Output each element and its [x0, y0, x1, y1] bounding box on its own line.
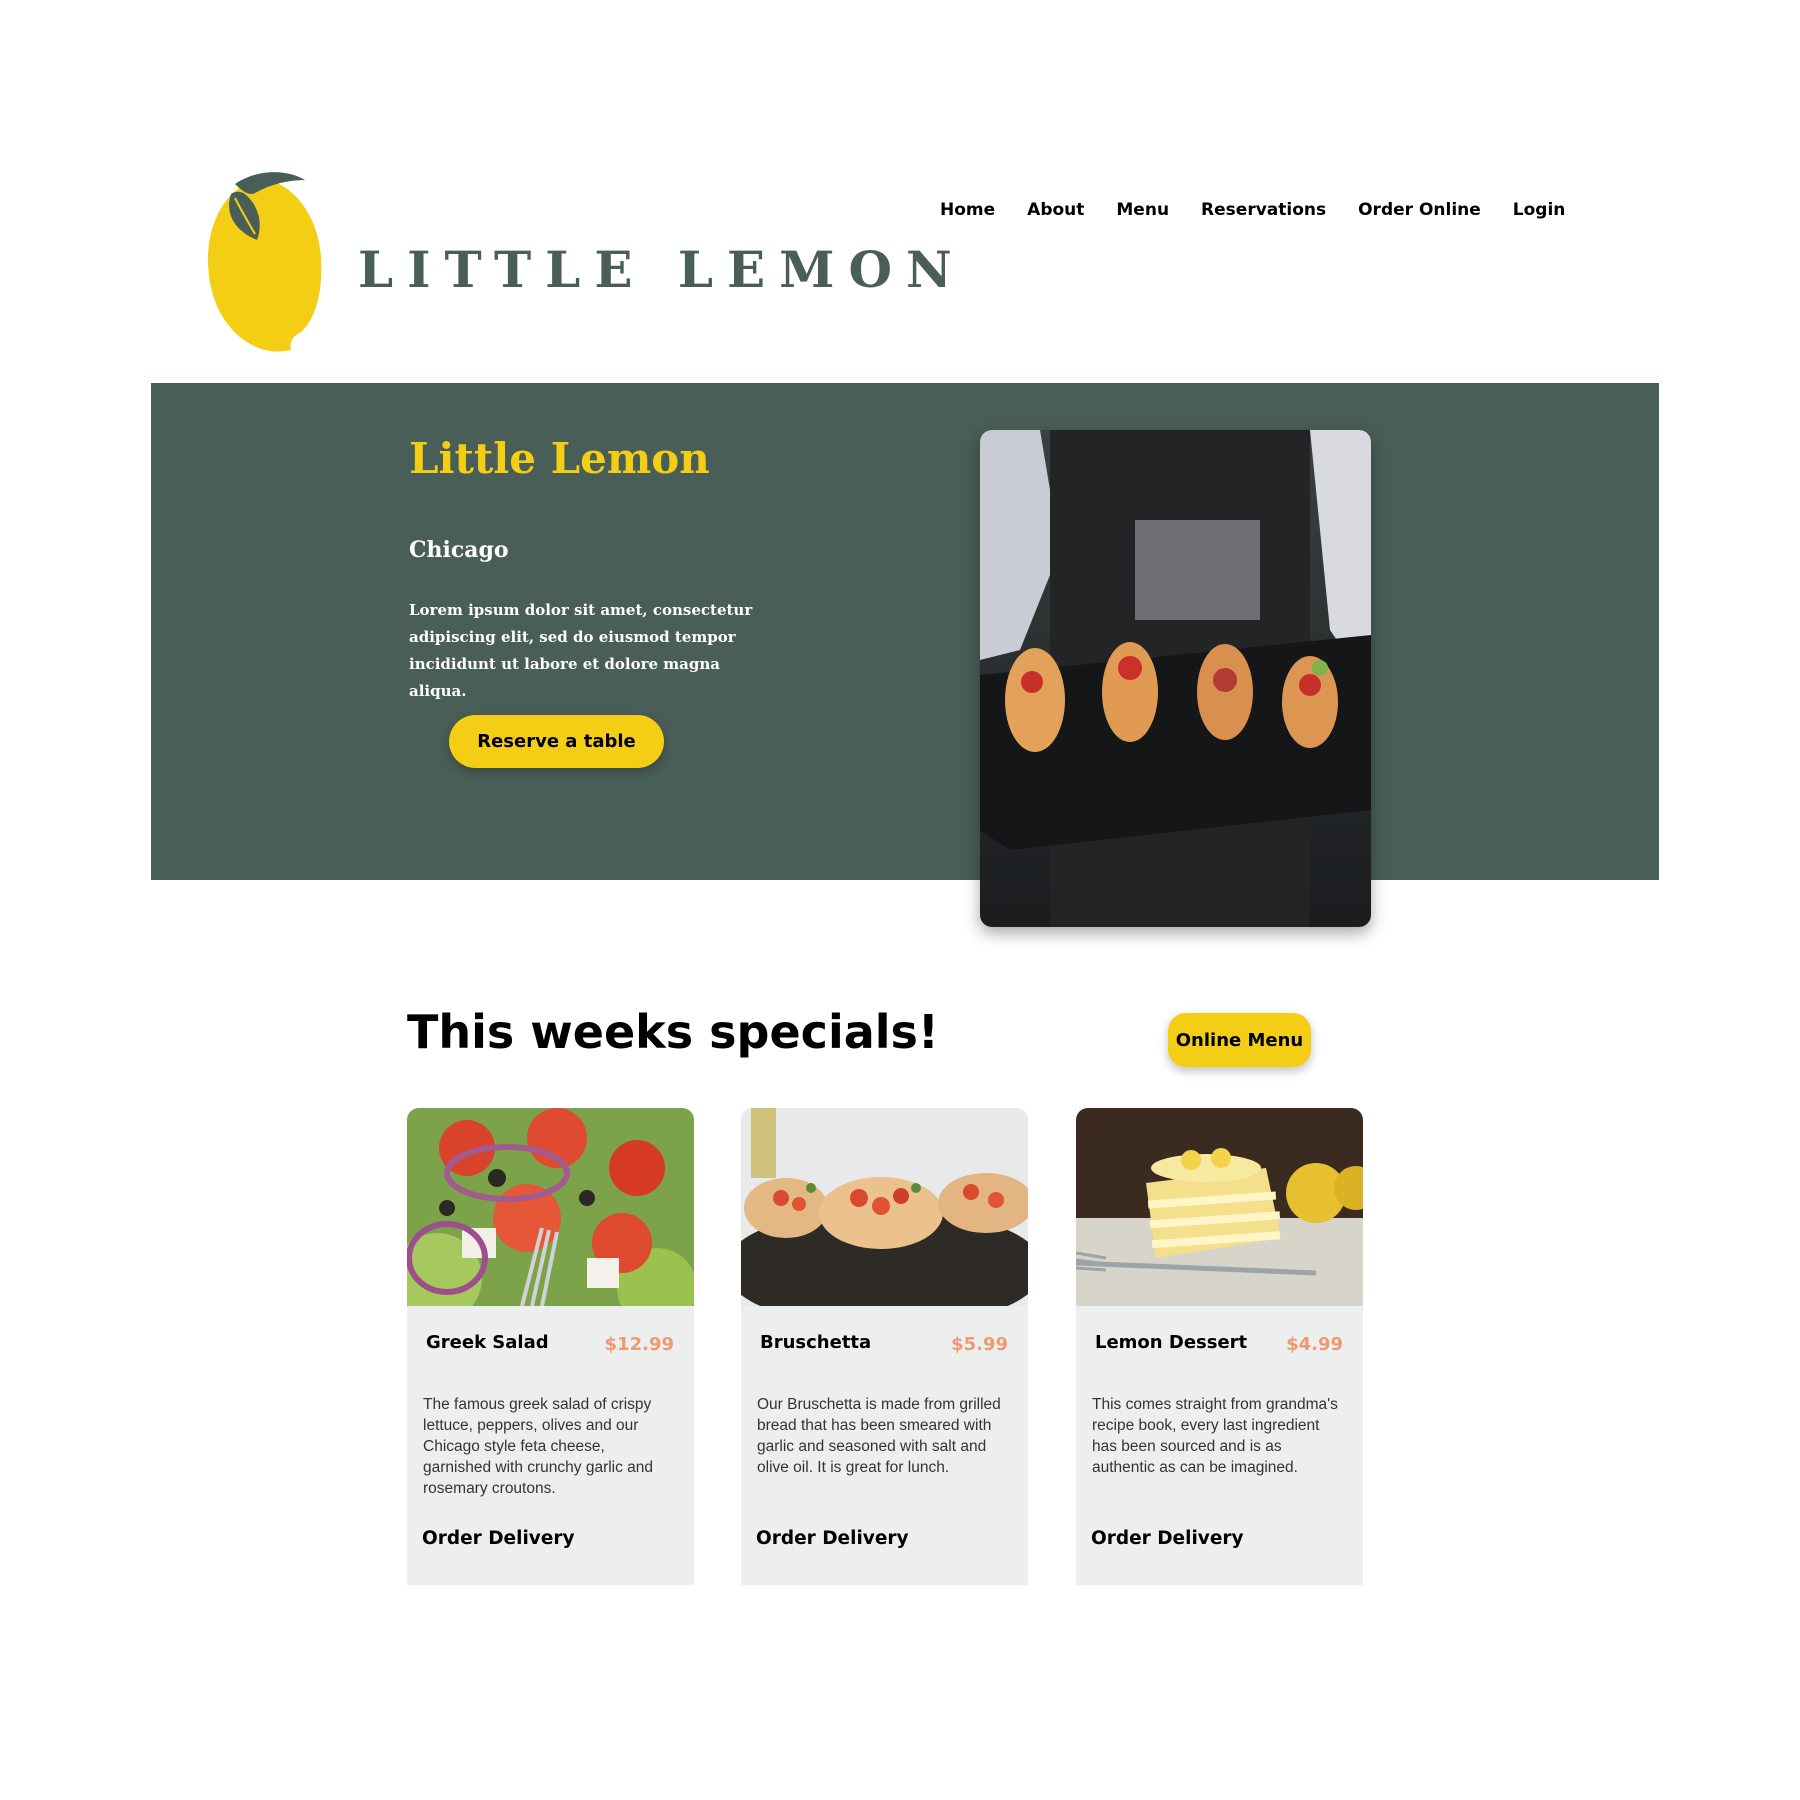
reserve-table-button[interactable]: Reserve a table	[449, 715, 664, 768]
dish-price: $5.99	[951, 1334, 1008, 1355]
specials-heading: This weeks specials!	[407, 1005, 939, 1059]
nav-about[interactable]: About	[1027, 200, 1084, 220]
special-card-greek-salad: Greek Salad $12.99 The famous greek sala…	[407, 1108, 694, 1585]
hero-subtitle: Chicago	[409, 537, 509, 563]
lemon-dessert-image	[1076, 1108, 1363, 1306]
dish-price: $12.99	[604, 1334, 674, 1355]
logo-wordmark: LITTLE LEMON	[358, 240, 966, 299]
bruschetta-image	[741, 1108, 1028, 1328]
hero-banner	[151, 383, 1659, 880]
dish-name: Greek Salad	[426, 1332, 549, 1353]
special-card-lemon-dessert: Lemon Dessert $4.99 This comes straight …	[1076, 1108, 1363, 1585]
lemon-logo-icon	[207, 172, 322, 352]
hero-title: Little Lemon	[409, 434, 710, 483]
dish-name: Bruschetta	[760, 1332, 872, 1353]
dish-description: Our Bruschetta is made from grilled brea…	[757, 1396, 1001, 1476]
dish-description: This comes straight from grandma's recip…	[1092, 1396, 1338, 1476]
order-delivery-link[interactable]: Order Delivery	[756, 1528, 909, 1549]
dish-price: $4.99	[1286, 1334, 1343, 1355]
hero-description: Lorem ipsum dolor sit amet, consectetur …	[409, 601, 753, 700]
nav-login[interactable]: Login	[1513, 200, 1566, 220]
nav-order-online[interactable]: Order Online	[1358, 200, 1481, 220]
dish-description: The famous greek salad of crispy lettuce…	[423, 1396, 654, 1497]
dish-name: Lemon Dessert	[1095, 1332, 1248, 1353]
nav-home[interactable]: Home	[940, 200, 995, 220]
nav-reservations[interactable]: Reservations	[1201, 200, 1326, 220]
order-delivery-link[interactable]: Order Delivery	[1091, 1528, 1244, 1549]
greek-salad-image	[407, 1108, 694, 1328]
nav-menu[interactable]: Menu	[1116, 200, 1169, 220]
main-nav: Home About Menu Reservations Order Onlin…	[940, 200, 1565, 220]
special-card-bruschetta: Bruschetta $5.99 Our Bruschetta is made …	[741, 1108, 1028, 1585]
hero-image	[980, 430, 1371, 927]
order-delivery-link[interactable]: Order Delivery	[422, 1528, 575, 1549]
logo[interactable]: LITTLE LEMON	[205, 168, 952, 354]
online-menu-button[interactable]: Online Menu	[1168, 1013, 1311, 1067]
